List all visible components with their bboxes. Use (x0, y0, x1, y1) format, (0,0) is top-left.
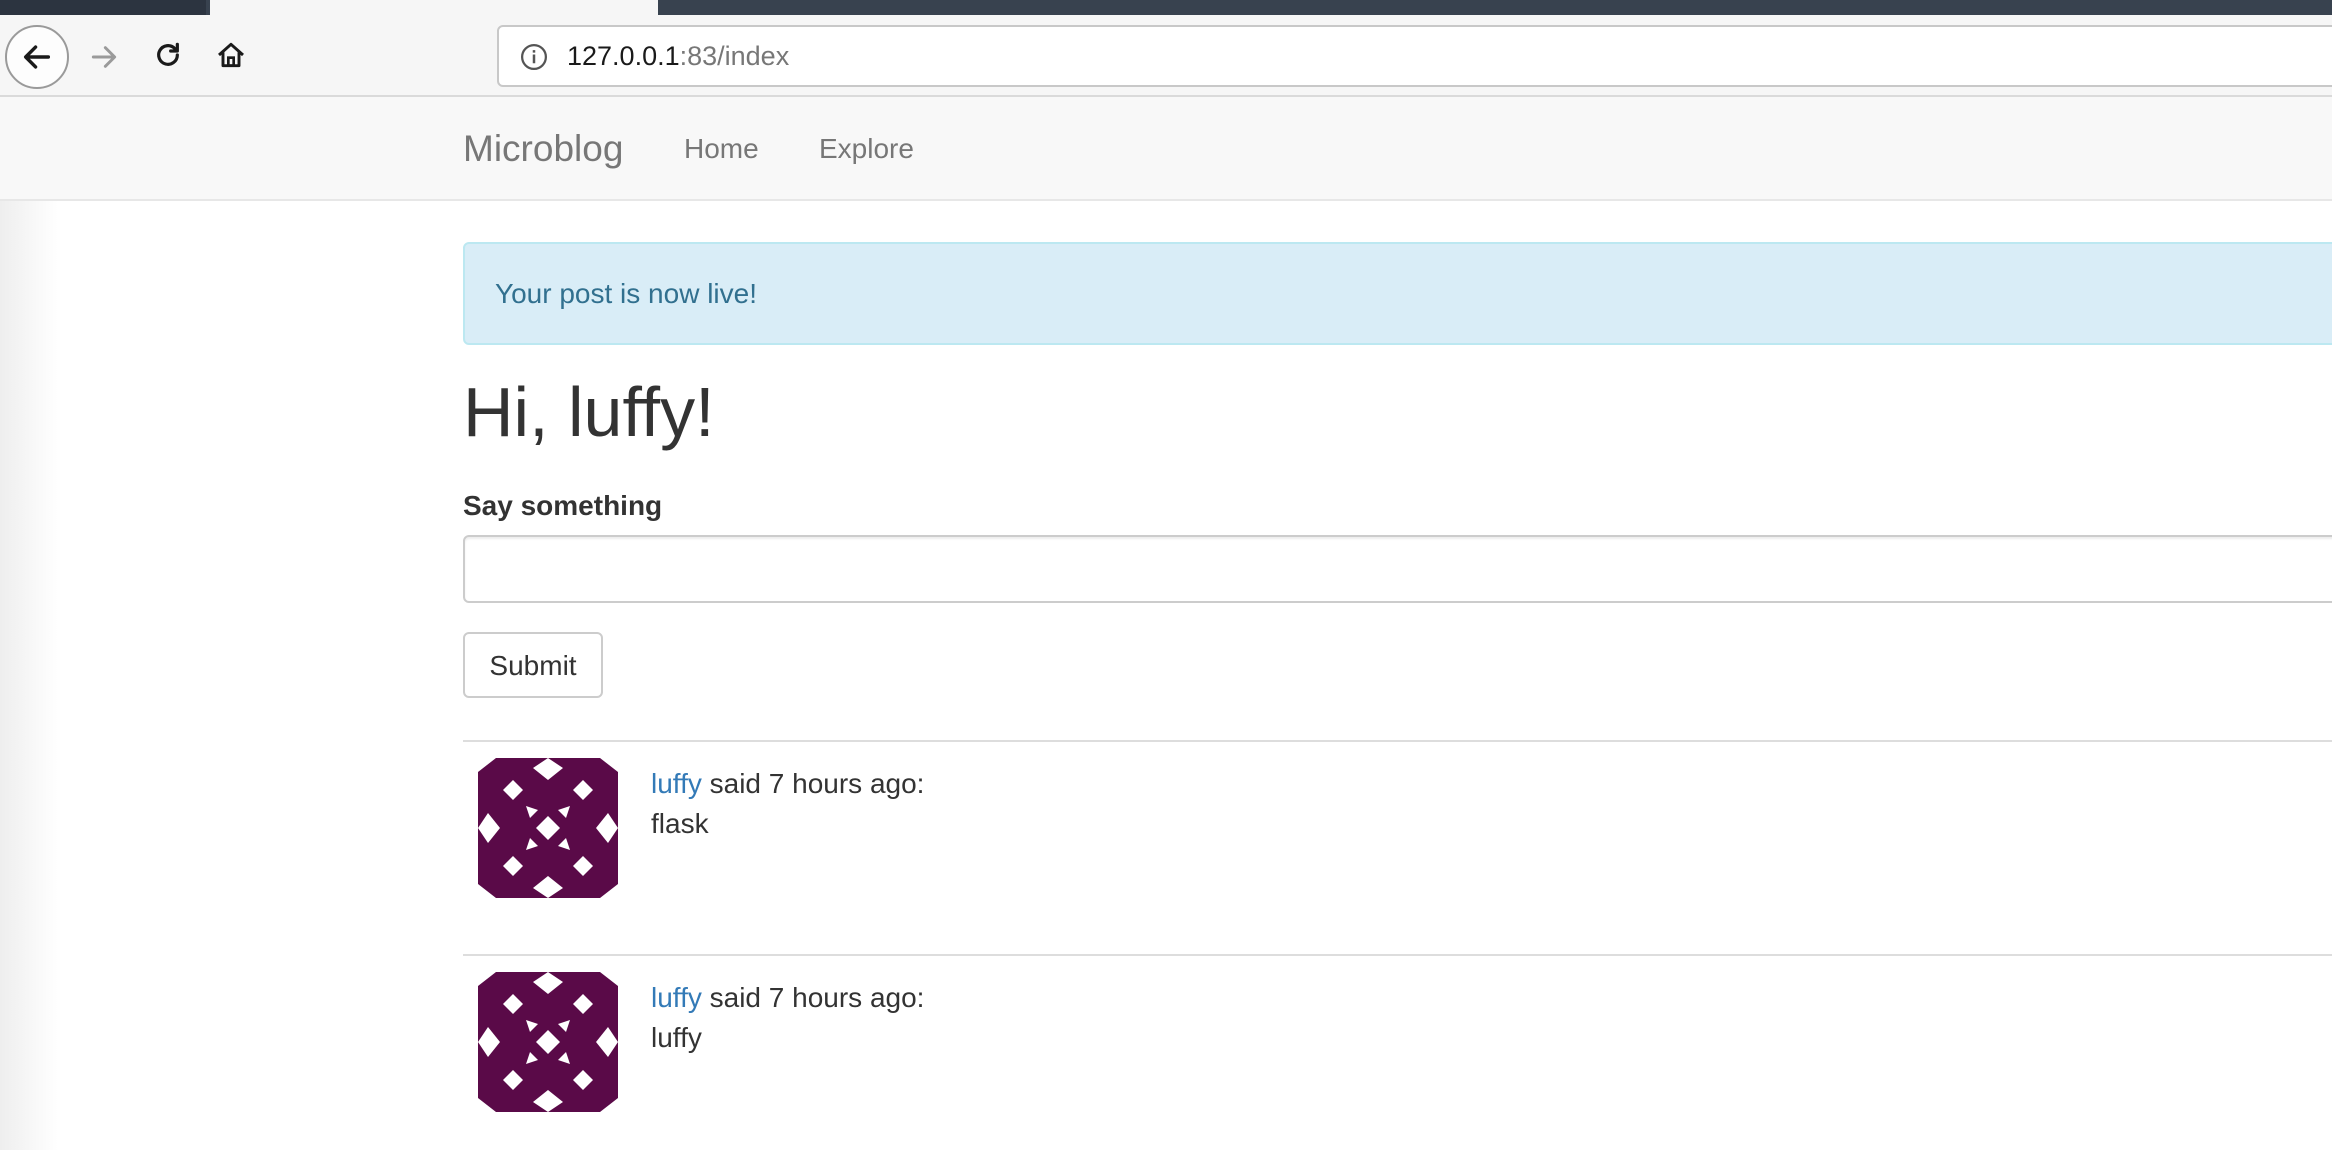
url-path: :83/index (679, 41, 790, 71)
page-title: Hi, luffy! (463, 373, 715, 451)
avatar[interactable] (478, 758, 618, 898)
post-field-label: Say something (463, 490, 663, 521)
back-button[interactable] (5, 25, 69, 89)
post-text: luffy (651, 1022, 702, 1053)
post-text: flask (651, 808, 709, 839)
arrow-right-icon (91, 46, 117, 68)
post-author-link[interactable]: luffy (651, 982, 702, 1013)
post-author-link[interactable]: luffy (651, 768, 702, 799)
arrow-left-icon (23, 45, 51, 69)
post-body: luffy said 7 hours ago: luffy (651, 978, 924, 1058)
inactive-tab[interactable] (0, 0, 206, 15)
nav-link-explore[interactable]: Explore (819, 97, 914, 201)
home-button[interactable] (209, 33, 253, 77)
reload-button[interactable] (146, 33, 190, 77)
flash-alert: Your post is now live! (463, 242, 2332, 345)
post-meta: luffy said 7 hours ago: (651, 764, 924, 804)
brand-link[interactable]: Microblog (463, 97, 623, 201)
home-icon (218, 42, 244, 68)
site-navbar: Microblog Home Explore (0, 97, 2332, 201)
post-meta: luffy said 7 hours ago: (651, 978, 924, 1018)
post-timestamp: said 7 hours ago: (701, 768, 925, 799)
page-viewport: Microblog Home Explore Your post is now … (0, 97, 2332, 1150)
post-timestamp: said 7 hours ago: (701, 982, 925, 1013)
url-host: 127.0.0.1 (567, 41, 680, 71)
info-icon[interactable] (519, 42, 549, 72)
reload-icon (157, 42, 179, 66)
active-tab[interactable] (210, 0, 658, 15)
flash-message: Your post is now live! (495, 278, 757, 309)
avatar[interactable] (478, 972, 618, 1112)
tab-strip (0, 0, 2332, 15)
forward-button[interactable] (82, 35, 126, 79)
address-bar[interactable]: 127.0.0.1:83/index (497, 25, 2332, 87)
post-item: luffy said 7 hours ago: luffy (463, 954, 2332, 1168)
nav-link-home[interactable]: Home (684, 97, 759, 201)
browser-toolbar: 127.0.0.1:83/index (0, 15, 2332, 97)
url-text[interactable]: 127.0.0.1:83/index (567, 27, 789, 85)
post-body: luffy said 7 hours ago: flask (651, 764, 924, 844)
page-edge-shade (0, 97, 58, 1150)
submit-button[interactable]: Submit (463, 632, 603, 698)
post-input[interactable] (463, 535, 2332, 603)
post-item: luffy said 7 hours ago: flask (463, 740, 2332, 954)
